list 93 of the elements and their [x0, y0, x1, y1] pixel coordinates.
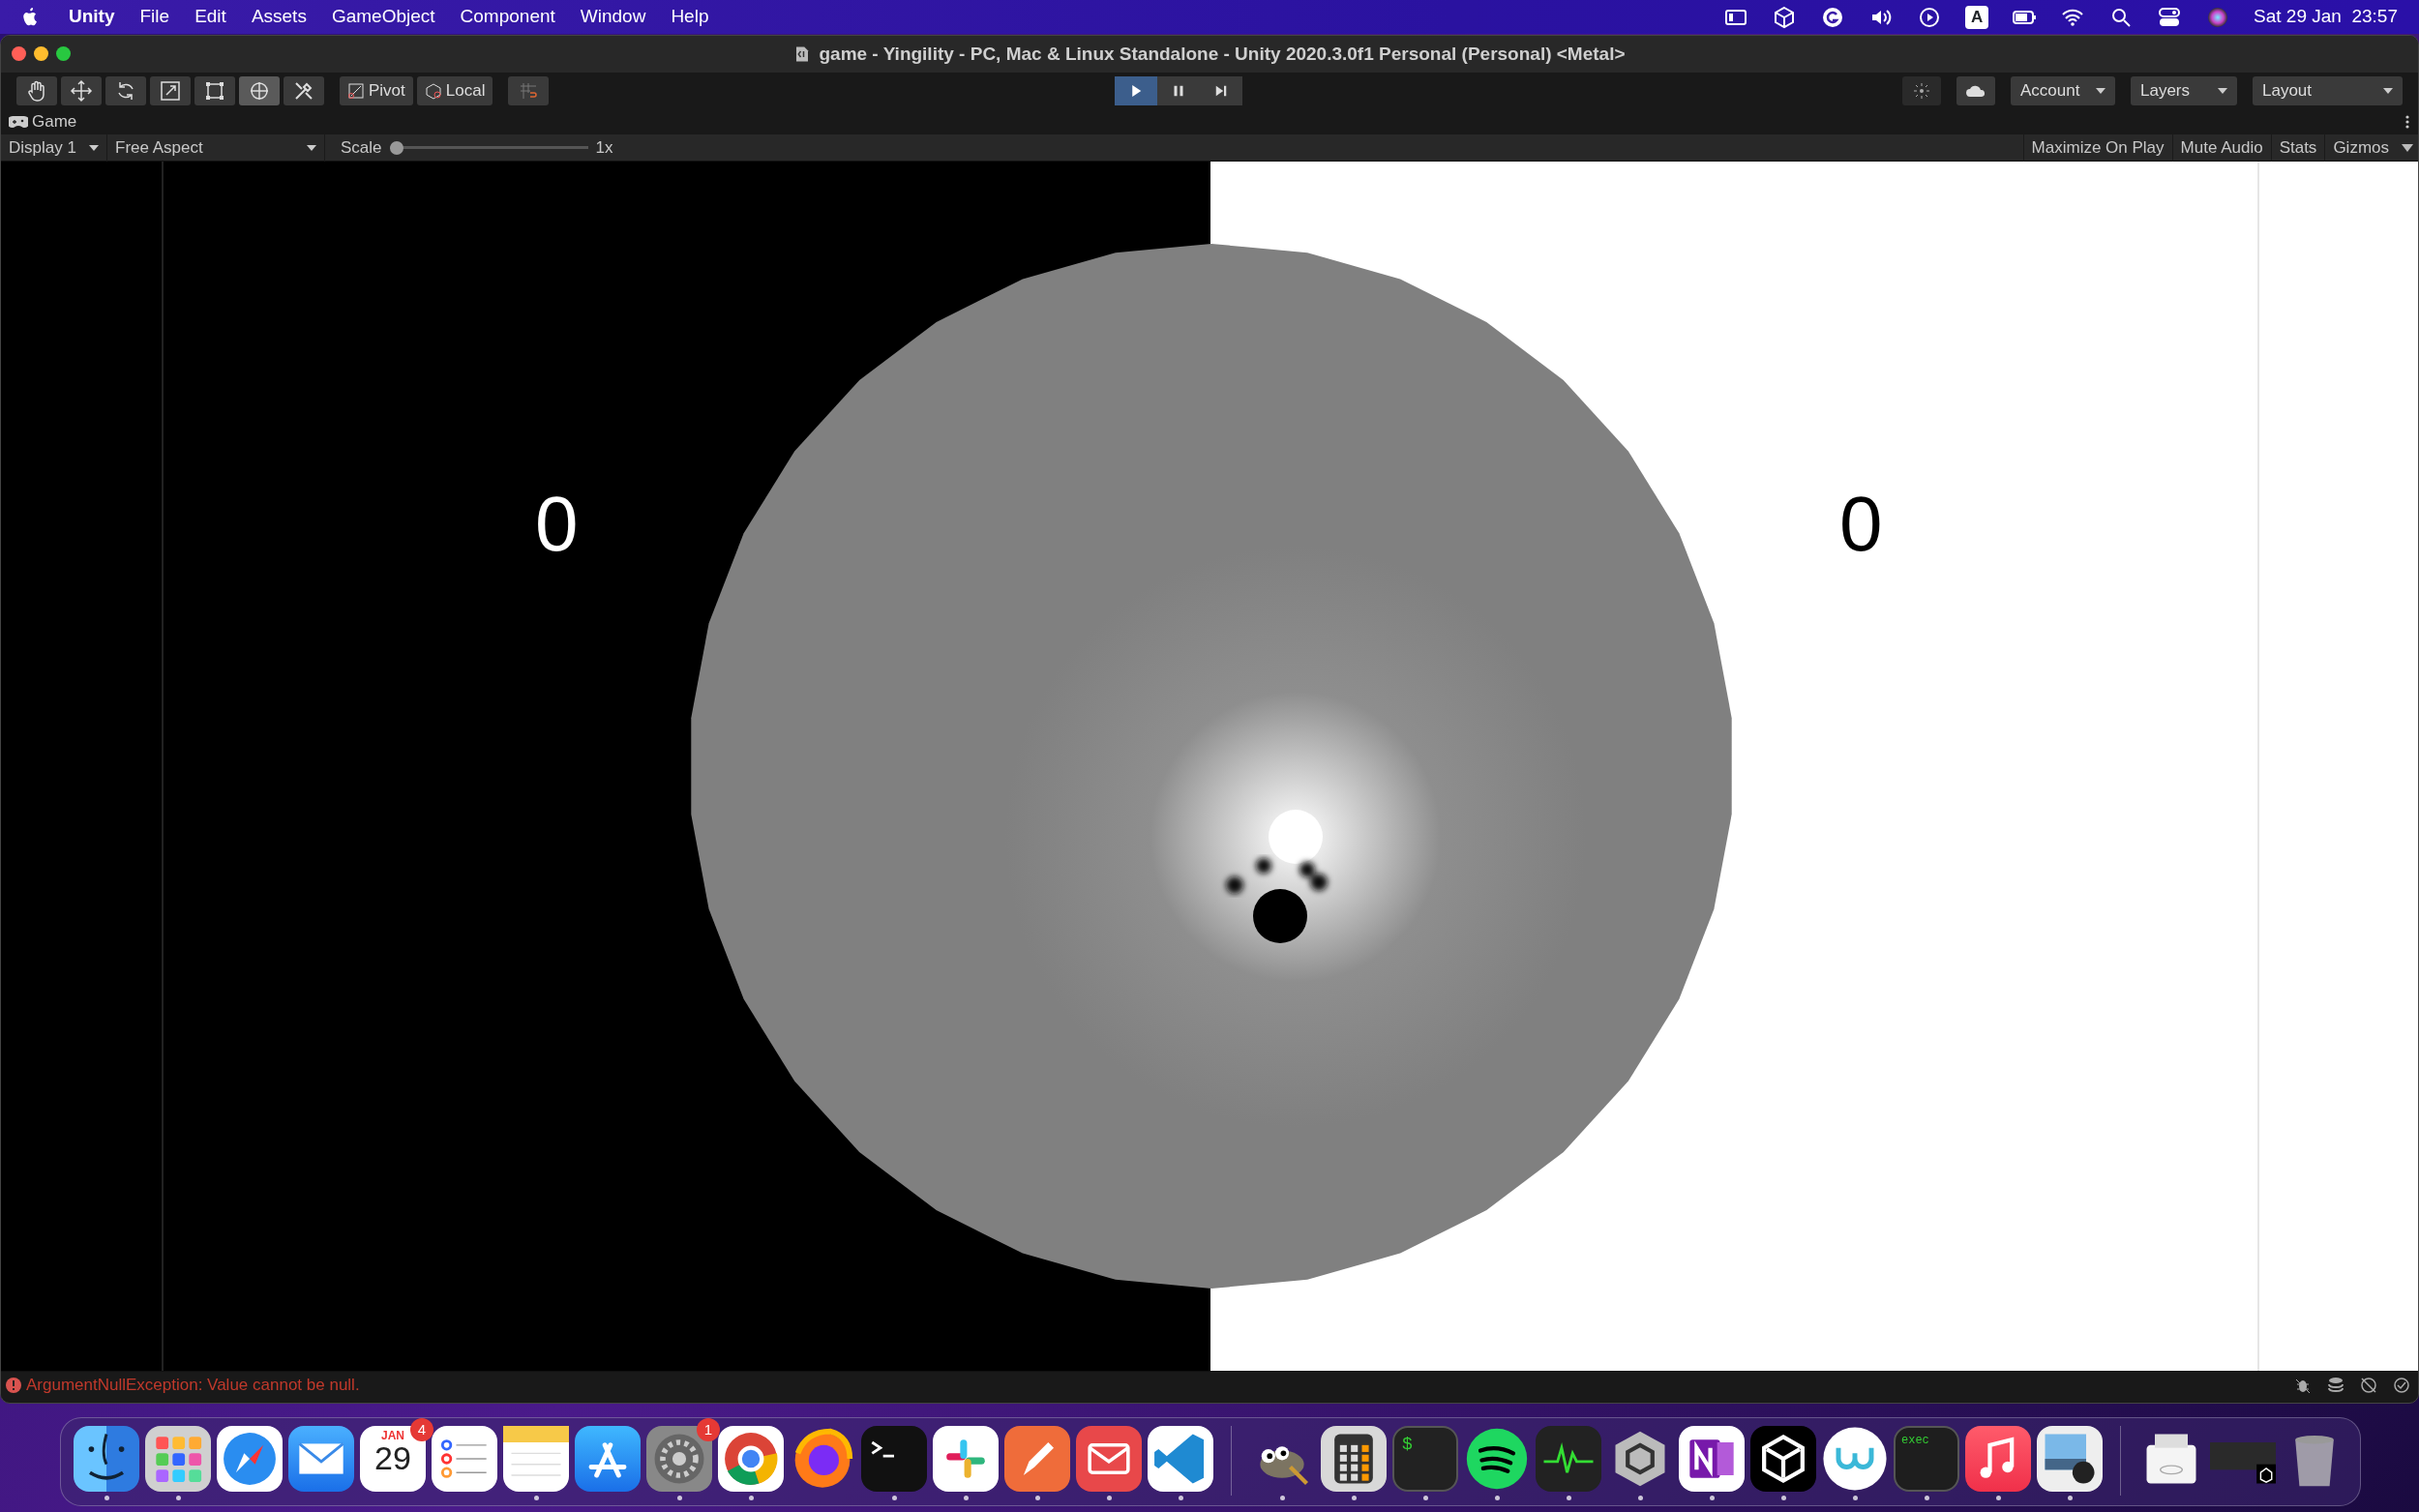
- grid-magnet-icon: [519, 80, 539, 101]
- calculator-icon[interactable]: [1321, 1426, 1387, 1492]
- toggle-switches-icon[interactable]: [2157, 5, 2183, 29]
- grid-snap-button[interactable]: [508, 75, 550, 105]
- scale-icon: [159, 78, 182, 103]
- toggle-button[interactable]: Mute Audio: [2171, 133, 2271, 162]
- cube-outline-icon[interactable]: [1750, 1426, 1816, 1492]
- caret-icon: [89, 143, 99, 152]
- heartbeat-graph-icon[interactable]: [1536, 1426, 1601, 1492]
- cloud-button[interactable]: [1956, 75, 1995, 105]
- transform-tool-button[interactable]: [239, 75, 280, 105]
- play-button[interactable]: [1115, 75, 1158, 105]
- tools-tool-button[interactable]: [284, 75, 324, 105]
- envelope-icon[interactable]: [1076, 1426, 1142, 1492]
- game-tab[interactable]: Game: [9, 108, 77, 134]
- sound-waves-circle-icon[interactable]: [1464, 1426, 1530, 1492]
- caret-icon: [307, 143, 316, 152]
- display-dropdown[interactable]: Display 1: [1, 133, 107, 162]
- scale-slider[interactable]: [389, 140, 588, 155]
- pivot-icon: [347, 81, 365, 100]
- calendar-day: 29: [374, 1441, 411, 1474]
- toggle-button[interactable]: Maximize On Play: [2022, 133, 2172, 162]
- dropdown-button[interactable]: Layout: [2253, 75, 2403, 105]
- input-source-indicator[interactable]: A: [1965, 5, 1989, 29]
- smiling-face-icon[interactable]: [74, 1426, 139, 1492]
- envelope-icon[interactable]: [288, 1426, 354, 1492]
- menu-item[interactable]: File: [127, 3, 183, 31]
- terminal-prompt-icon[interactable]: [861, 1426, 927, 1492]
- checkmark-circle-icon[interactable]: [2393, 1376, 2410, 1394]
- score-text: 0: [1839, 486, 1883, 563]
- hash-pinwheel-icon[interactable]: [933, 1426, 999, 1492]
- sun-dots-icon: [1913, 81, 1930, 100]
- wave-letter-icon[interactable]: [1822, 1426, 1888, 1492]
- database-icon[interactable]: [2327, 1376, 2344, 1394]
- icon-caption: exec: [1901, 1433, 1929, 1449]
- menu-item[interactable]: Component: [447, 3, 568, 31]
- window-title: game - Yingility - PC, Mac & Linux Standalone - Unity 2020.3.0f1 Personal (Personal) <Metal>: [819, 42, 1626, 66]
- menu-item[interactable]: Help: [658, 3, 722, 31]
- hand-tool-button[interactable]: [16, 75, 57, 105]
- local-button[interactable]: Local: [416, 75, 493, 105]
- toggle-button[interactable]: Stats: [2270, 133, 2325, 162]
- lighting-button[interactable]: [1902, 75, 1941, 105]
- letter-a-icon[interactable]: [575, 1426, 641, 1492]
- minimize-button[interactable]: [34, 46, 48, 61]
- rotate-arrows-tool-button[interactable]: [105, 75, 146, 105]
- letter-n-icon[interactable]: [1679, 1426, 1745, 1492]
- terminal-window-icon[interactable]: exec: [1894, 1426, 1959, 1492]
- move-arrows-icon: [70, 78, 93, 103]
- menubar-clock[interactable]: Sat 29 Jan 23:57: [2254, 3, 2398, 31]
- caret-icon: [2096, 86, 2105, 95]
- rect-tool-button[interactable]: [194, 75, 235, 105]
- menu-item[interactable]: GameObject: [318, 3, 448, 31]
- caret-icon: [2383, 86, 2393, 95]
- gear-icon[interactable]: [646, 1426, 712, 1492]
- ball: [1269, 810, 1323, 864]
- icon-caption: $: [1402, 1434, 1413, 1456]
- menu-item[interactable]: Assets: [238, 3, 319, 31]
- gamepad-icon: [9, 115, 28, 128]
- cube-icon: [424, 81, 442, 100]
- scale-tool-button[interactable]: [150, 75, 191, 105]
- menu-item[interactable]: Window: [567, 3, 659, 31]
- app-grid-icon[interactable]: [145, 1426, 211, 1492]
- more-options-icon[interactable]: [2404, 113, 2410, 130]
- zoom-button[interactable]: [56, 46, 71, 61]
- pause-button[interactable]: [1157, 75, 1201, 105]
- ball: [1253, 889, 1307, 943]
- scale-label: Scale: [341, 136, 382, 159]
- close-button[interactable]: [12, 46, 26, 61]
- score-text: 0: [535, 486, 579, 563]
- aspect-dropdown[interactable]: Free Aspect: [107, 133, 325, 162]
- photo-with-loupe-icon[interactable]: [2037, 1426, 2103, 1492]
- music-note-icon[interactable]: [1965, 1426, 2031, 1492]
- dropdown-button[interactable]: Layers: [2131, 75, 2237, 105]
- terminal-window-icon[interactable]: $: [1392, 1426, 1458, 1492]
- notification-badge: 4: [410, 1418, 433, 1441]
- pen-nib-icon[interactable]: [1004, 1426, 1070, 1492]
- notepad-icon[interactable]: [503, 1426, 569, 1492]
- dropdown-button[interactable]: Account: [2011, 75, 2115, 105]
- error-icon: [5, 1376, 22, 1394]
- calendar-month: JAN: [381, 1430, 404, 1441]
- app-menu[interactable]: Unity: [56, 3, 128, 31]
- caret-icon: [2218, 86, 2227, 95]
- angle-ribbon-icon[interactable]: [1148, 1426, 1213, 1492]
- toggle-button[interactable]: Gizmos: [2324, 133, 2397, 162]
- checklist-icon[interactable]: [432, 1426, 497, 1492]
- compass-icon[interactable]: [217, 1426, 283, 1492]
- network-off-icon[interactable]: [2360, 1376, 2377, 1394]
- pivot-button[interactable]: Pivot: [340, 75, 413, 105]
- step-button[interactable]: [1200, 75, 1243, 105]
- notification-badge: 1: [697, 1418, 720, 1441]
- scale-value: 1x: [595, 136, 613, 159]
- menu-item[interactable]: Edit: [182, 3, 239, 31]
- move-arrows-tool-button[interactable]: [61, 75, 102, 105]
